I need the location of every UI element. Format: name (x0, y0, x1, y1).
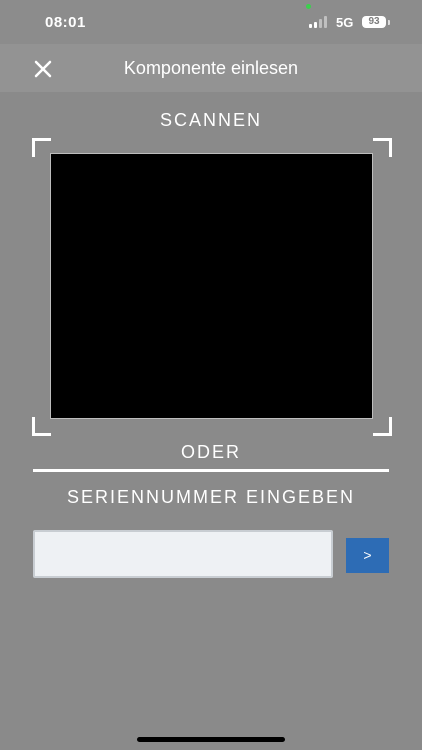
nav-bar: Komponente einlesen (0, 44, 422, 92)
network-type: 5G (336, 15, 354, 30)
battery-level: 93 (368, 16, 380, 27)
scan-frame-corner-top-right (373, 138, 392, 157)
divider (33, 469, 389, 472)
serial-number-heading: SERIENNUMMER EINGEBEN (66, 487, 356, 507)
scan-heading: SCANNEN (159, 110, 262, 130)
scan-frame-corner-top-left (32, 138, 51, 157)
scan-frame-corner-bottom-left (32, 417, 51, 436)
camera-viewfinder[interactable] (50, 153, 373, 419)
home-indicator[interactable] (137, 737, 285, 742)
status-time: 08:01 (45, 14, 86, 31)
status-bar: 08:01 5G 93 (0, 0, 422, 44)
submit-serial-button[interactable]: > (346, 538, 389, 573)
battery-icon: 93 (362, 16, 386, 28)
privacy-indicator-dot (306, 4, 311, 9)
page-title: Komponente einlesen (123, 58, 299, 78)
cellular-signal-icon (309, 16, 329, 28)
battery-tip (388, 20, 390, 25)
or-separator-label: ODER (180, 442, 241, 462)
serial-number-input[interactable] (33, 530, 333, 578)
scan-frame-corner-bottom-right (373, 417, 392, 436)
